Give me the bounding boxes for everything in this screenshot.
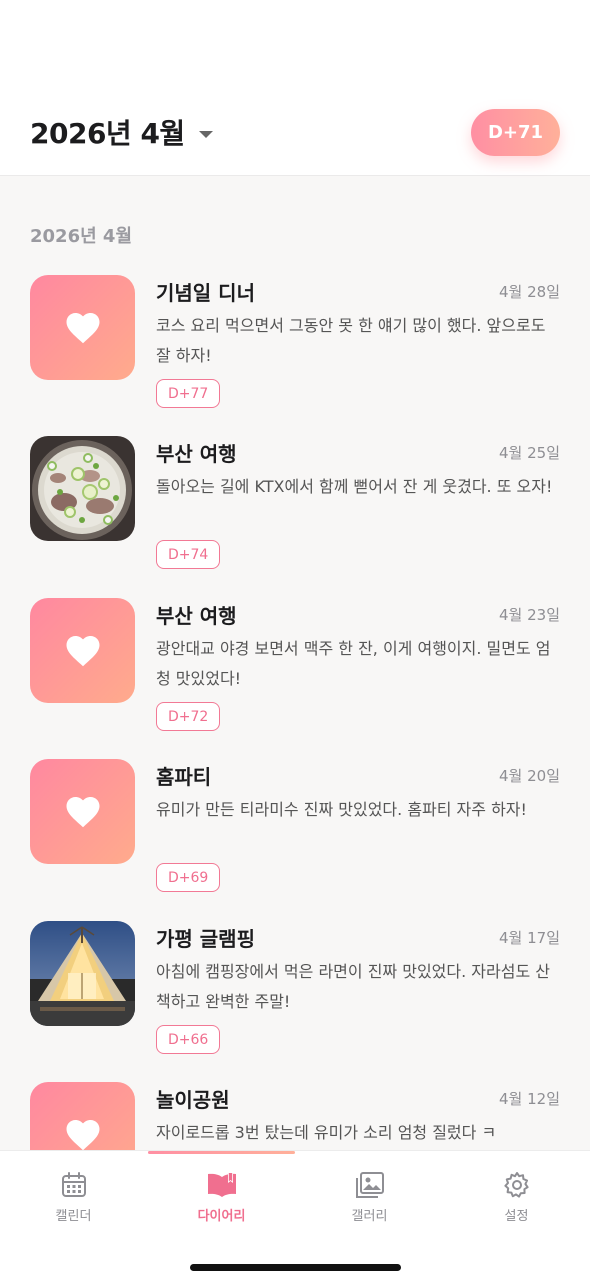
entry-dday-tag: D+74 <box>156 540 221 569</box>
entry-date: 4월 28일 <box>499 283 560 301</box>
book-icon <box>207 1173 236 1197</box>
heart-icon <box>66 312 99 344</box>
entry-date: 4월 25일 <box>499 444 560 462</box>
entry-title: 부산 여행 <box>156 604 237 628</box>
entry-title: 기념일 디너 <box>156 281 255 305</box>
tab-label: 설정 <box>504 1209 529 1224</box>
home-indicator <box>190 1264 401 1271</box>
diary-entry[interactable]: 부산 여행 4월 25일 돌아오는 길에 KTX에서 함께 뻗어서 잔 게 웃겼… <box>0 436 590 596</box>
entry-date: 4월 17일 <box>499 929 560 947</box>
tab-settings[interactable]: 설정 <box>443 1171 590 1224</box>
top-bar: 2026년 4월 D+71 <box>0 0 590 176</box>
dday-badge[interactable]: D+71 <box>471 109 560 156</box>
heart-icon <box>66 1119 99 1151</box>
tab-label: 다이어리 <box>197 1209 246 1224</box>
gallery-icon <box>355 1172 384 1198</box>
month-selector[interactable]: 2026년 4월 <box>30 112 213 152</box>
glamping-photo <box>30 921 135 1026</box>
entry-dday-tag: D+66 <box>156 1025 221 1054</box>
entry-thumbnail <box>30 921 135 1026</box>
tab-label: 캘린더 <box>55 1209 92 1224</box>
entry-body: 자이로드롭 3번 탔는데 유미가 소리 엄청 질렀다 ㅋ <box>156 1123 497 1142</box>
entry-date: 4월 20일 <box>499 767 560 785</box>
calendar-icon <box>61 1172 86 1197</box>
tab-label: 갤러리 <box>351 1209 388 1224</box>
entry-body: 돌아오는 길에 KTX에서 함께 뻗어서 잔 게 웃겼다. 또 오자! <box>156 477 553 496</box>
entry-dday-tag: D+72 <box>156 702 221 731</box>
entry-title: 부산 여행 <box>156 442 237 466</box>
entry-thumbnail <box>30 275 135 380</box>
entry-title: 가평 글램핑 <box>156 927 255 951</box>
entry-body: 아침에 캠핑장에서 먹은 라면이 진짜 맛있었다. 자라섬도 산책하고 완벽한 … <box>156 962 550 1011</box>
diary-entry[interactable]: 가평 글램핑 4월 17일 아침에 캠핑장에서 먹은 라면이 진짜 맛있었다. … <box>0 921 590 1081</box>
tab-gallery[interactable]: 갤러리 <box>296 1171 443 1224</box>
diary-entry[interactable]: 기념일 디너 4월 28일 코스 요리 먹으면서 그동안 못 한 얘기 많이 했… <box>0 275 590 435</box>
section-title: 2026년 4월 <box>30 226 133 247</box>
entry-date: 4월 12일 <box>499 1090 560 1108</box>
active-tab-indicator <box>148 1151 295 1154</box>
entry-dday-tag: D+69 <box>156 863 221 892</box>
entry-date: 4월 23일 <box>499 606 560 624</box>
month-label: 2026년 4월 <box>30 117 185 150</box>
entry-body: 유미가 만든 티라미수 진짜 맛있었다. 홈파티 자주 하자! <box>156 800 527 819</box>
entry-thumbnail <box>30 436 135 541</box>
entry-thumbnail <box>30 759 135 864</box>
soup-photo <box>30 436 135 541</box>
entry-title: 놀이공원 <box>156 1088 230 1112</box>
entry-dday-tag: D+77 <box>156 379 221 408</box>
entry-body: 코스 요리 먹으면서 그동안 못 한 얘기 많이 했다. 앞으로도 잘 하자! <box>156 316 546 365</box>
entry-title: 홈파티 <box>156 765 212 789</box>
diary-entry[interactable]: 부산 여행 4월 23일 광안대교 야경 보면서 맥주 한 잔, 이게 여행이지… <box>0 598 590 758</box>
gear-icon <box>503 1172 529 1198</box>
entry-body: 광안대교 야경 보면서 맥주 한 잔, 이게 여행이지. 밀면도 엄청 맛있었다… <box>156 639 551 688</box>
tab-calendar[interactable]: 캘린더 <box>0 1171 147 1224</box>
tab-diary[interactable]: 다이어리 <box>148 1171 295 1224</box>
diary-entry[interactable]: 홈파티 4월 20일 유미가 만든 티라미수 진짜 맛있었다. 홈파티 자주 하… <box>0 759 590 919</box>
heart-icon <box>66 635 99 667</box>
heart-icon <box>66 796 99 828</box>
entry-thumbnail <box>30 598 135 703</box>
chevron-down-icon <box>198 130 213 138</box>
